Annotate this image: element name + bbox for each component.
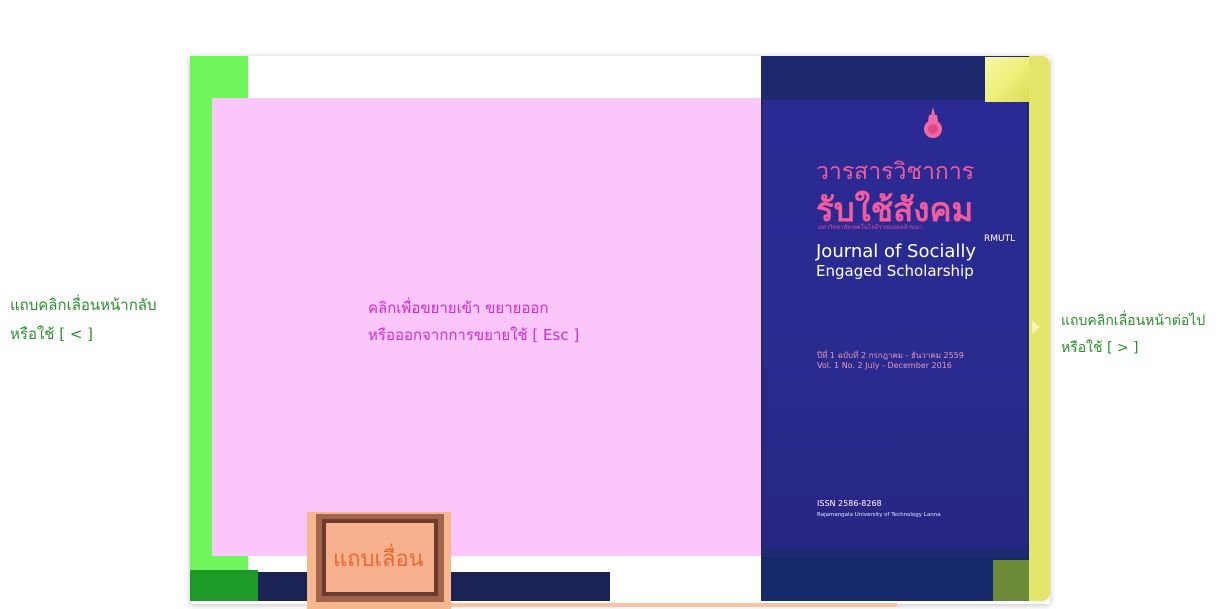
previous-page-corner[interactable] bbox=[190, 570, 258, 601]
page-top-margin bbox=[248, 56, 761, 98]
university-seal-icon bbox=[924, 107, 942, 138]
cover-abbreviation: RMUTL bbox=[984, 234, 1016, 244]
next-hint-line-1: แถบคลิกเลื่อนหน้าต่อไป bbox=[1061, 313, 1206, 329]
zoom-hint-line-1: คลิกเพื่อขยายเข้า ขยายออก bbox=[368, 299, 549, 317]
cover-issn: ISSN 2586-8268 bbox=[817, 499, 882, 508]
slider-label: แถบเลื่อน bbox=[333, 547, 424, 572]
cover-title-en-line-1: Journal of Socially bbox=[816, 241, 977, 262]
cover-issue-en: Vol. 1 No. 2 July - December 2016 bbox=[817, 361, 952, 370]
cover-subtitle-th: มหาวิทยาลัยเทคโนโลยีราชมงคลล้านนา bbox=[818, 224, 923, 231]
prev-hint-line-1: แถบคลิกเลื่อนหน้ากลับ bbox=[10, 296, 157, 314]
cover-university: Rajamangala University of Technology Lan… bbox=[817, 512, 941, 518]
prev-hint-line-2: หรือใช้ [ < ] bbox=[10, 325, 94, 343]
zoom-hint-line-2: หรือออกจากการขยายใช้ [ Esc ] bbox=[368, 326, 580, 344]
next-page-corner[interactable] bbox=[993, 560, 1029, 601]
next-hint-line-2: หรือใช้ [ > ] bbox=[1061, 340, 1139, 356]
next-arrow-icon[interactable] bbox=[1032, 320, 1040, 334]
cover-title-en-line-2: Engaged Scholarship bbox=[816, 262, 974, 280]
page-corner-fold[interactable] bbox=[985, 57, 1030, 102]
cover-bottom-band bbox=[761, 557, 1029, 601]
